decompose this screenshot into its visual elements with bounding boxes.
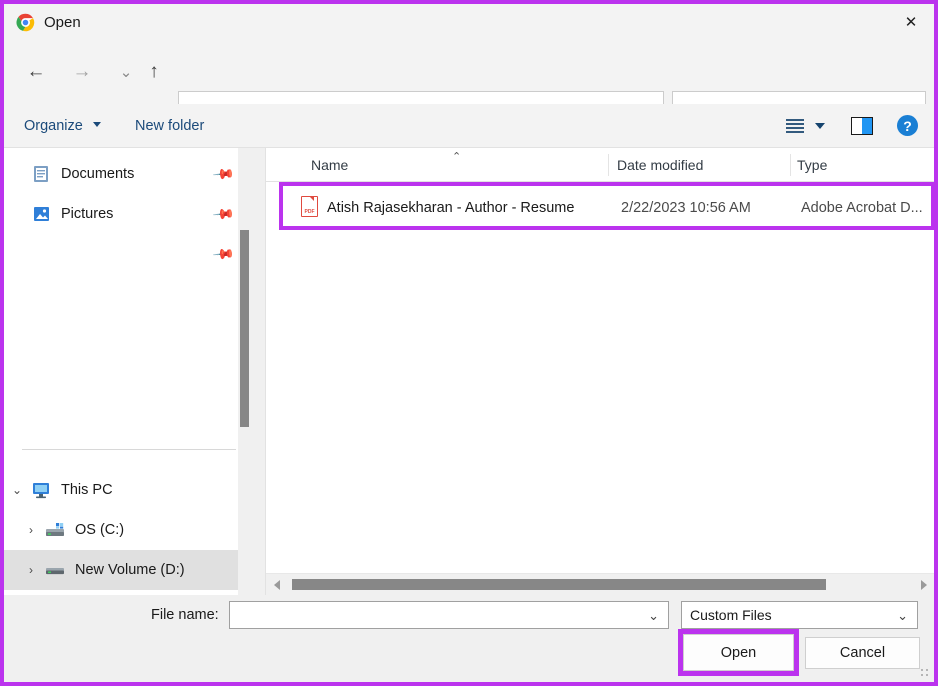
cancel-button[interactable]: Cancel [805, 637, 920, 669]
sidebar-item-label: Documents [61, 166, 135, 182]
column-header-name[interactable]: Name [311, 157, 348, 173]
sidebar-item-label: OS (C:) [75, 522, 125, 538]
drive-icon [46, 568, 64, 575]
forward-arrow-icon[interactable]: → [66, 56, 98, 88]
chevron-down-icon[interactable]: ⌄ [897, 608, 908, 624]
pdf-file-icon-fold [309, 196, 314, 201]
sidebar-item-extra[interactable]: 📌 [4, 234, 244, 274]
sidebar-scrollbar[interactable] [238, 148, 251, 595]
file-date-cell: 2/22/2023 10:56 AM [621, 200, 751, 216]
this-pc-icon [33, 483, 49, 499]
pictures-icon [34, 207, 49, 221]
navigation-sidebar: Documents 📌 Pictures 📌 📌 ⌄ This PC › OS … [4, 148, 251, 595]
sidebar-item-pictures[interactable]: Pictures 📌 [4, 194, 244, 234]
command-bar: Organize New folder ? [4, 104, 934, 148]
sidebar-item-os-c[interactable]: › OS (C:) [4, 510, 244, 550]
file-list-pane: ⌃ Name Date modified Type Atish Rajasekh… [265, 148, 934, 595]
open-button[interactable]: Open [683, 634, 794, 671]
column-header-row: ⌃ Name Date modified Type [266, 148, 934, 182]
file-name-combobox[interactable]: ⌄ [229, 601, 669, 629]
column-divider[interactable] [608, 154, 609, 176]
drive-icon [46, 523, 64, 536]
sidebar-item-label: New Volume (D:) [75, 562, 185, 578]
preview-pane-icon[interactable] [851, 117, 873, 135]
table-row[interactable]: Atish Rajasekharan - Author - Resume 2/2… [283, 186, 931, 226]
sidebar-item-documents[interactable]: Documents 📌 [4, 154, 244, 194]
new-folder-button[interactable]: New folder [135, 118, 204, 134]
selected-file-highlight: Atish Rajasekharan - Author - Resume 2/2… [279, 182, 934, 230]
file-type-cell: Adobe Acrobat D... [801, 200, 923, 216]
horizontal-scrollbar-thumb[interactable] [292, 579, 826, 590]
sidebar-item-new-volume-d[interactable]: › New Volume (D:) [4, 550, 244, 590]
sidebar-divider [22, 449, 236, 450]
title-bar: Open ✕ [4, 4, 934, 40]
sidebar-scrollbar-thumb[interactable] [240, 230, 249, 427]
chevron-down-icon[interactable]: ⌄ [648, 608, 659, 624]
help-icon[interactable]: ? [897, 115, 918, 136]
open-button-highlight: Open [678, 629, 799, 676]
up-arrow-icon[interactable]: ↑ [138, 56, 170, 88]
column-divider[interactable] [790, 154, 791, 176]
file-name-label: File name: [151, 607, 219, 623]
resize-grip[interactable] [920, 668, 931, 679]
file-name-input[interactable] [237, 606, 637, 624]
navigation-bar: ← → ⌄ ↑ « Personal › Documents › Tech Re… [4, 40, 934, 133]
pin-icon[interactable]: 📌 [211, 162, 236, 186]
chevron-down-icon[interactable] [815, 123, 825, 129]
documents-icon [34, 166, 48, 182]
sidebar-item-label: This PC [61, 482, 113, 498]
open-file-dialog: Open ✕ ← → ⌄ ↑ « Personal › Documents › … [0, 0, 938, 686]
chevron-right-icon[interactable]: › [18, 563, 44, 577]
pin-icon[interactable]: 📌 [211, 202, 236, 226]
chrome-icon [16, 13, 35, 32]
file-type-filter-value: Custom Files [690, 607, 772, 623]
back-arrow-icon[interactable]: ← [20, 56, 52, 88]
sidebar-item-label: Pictures [61, 206, 114, 222]
sort-ascending-icon: ⌃ [452, 151, 462, 163]
file-name-cell: Atish Rajasekharan - Author - Resume [327, 200, 575, 216]
close-icon[interactable]: ✕ [888, 4, 934, 40]
scroll-left-arrow-icon[interactable] [274, 580, 280, 590]
column-header-date-modified[interactable]: Date modified [617, 157, 703, 173]
chevron-down-icon[interactable]: ⌄ [4, 483, 30, 497]
chevron-down-icon[interactable] [93, 122, 101, 127]
list-view-icon[interactable] [784, 116, 806, 136]
chevron-right-icon[interactable]: › [18, 523, 44, 537]
file-type-filter-dropdown[interactable]: Custom Files ⌄ [681, 601, 918, 629]
pin-icon[interactable]: 📌 [211, 242, 236, 266]
column-header-type[interactable]: Type [797, 157, 827, 173]
horizontal-scrollbar[interactable] [266, 573, 934, 595]
sidebar-item-this-pc[interactable]: ⌄ This PC [4, 470, 244, 510]
window-title: Open [44, 14, 81, 31]
organize-button[interactable]: Organize [24, 118, 83, 134]
scroll-right-arrow-icon[interactable] [921, 580, 927, 590]
